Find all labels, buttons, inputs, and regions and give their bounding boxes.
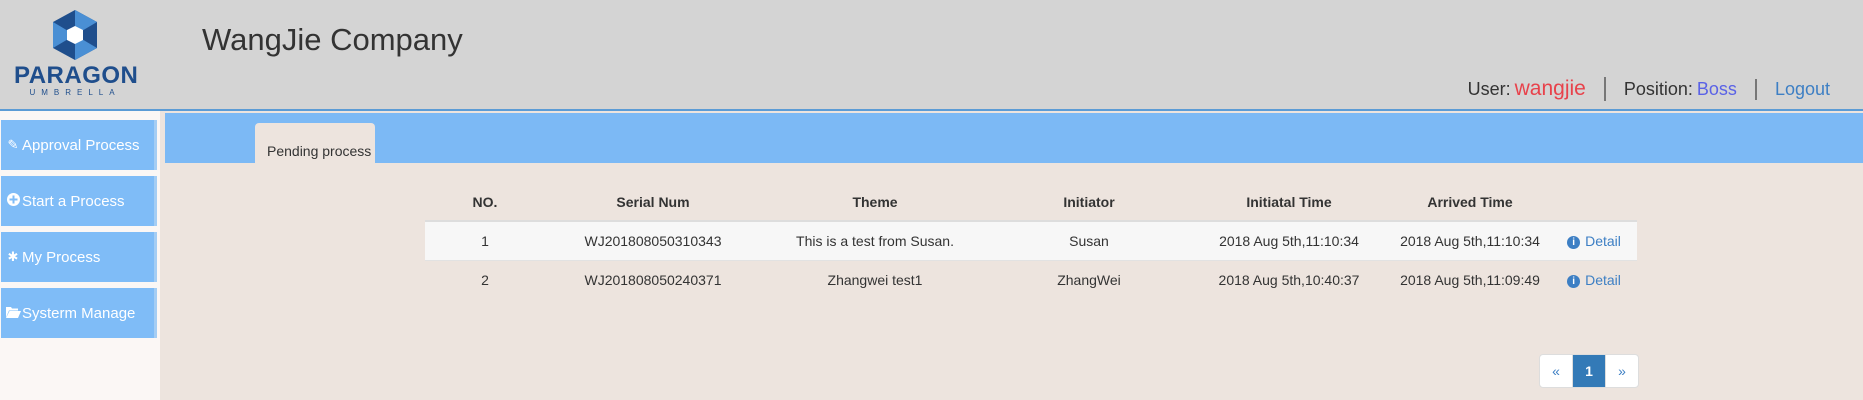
cell-arrived-time: 2018 Aug 5th,11:09:49 <box>1389 260 1551 299</box>
cell-initiatal-time: 2018 Aug 5th,10:40:37 <box>1189 260 1389 299</box>
column-header-arrived-time: Arrived Time <box>1389 184 1551 222</box>
sidebar-item-start-process[interactable]: Start a Process <box>1 176 157 226</box>
detail-label: Detail <box>1585 233 1621 249</box>
position-info: Position: Boss <box>1606 78 1757 100</box>
folder-open-icon <box>5 306 21 321</box>
cell-no: 1 <box>425 220 545 261</box>
cell-initiatal-time: 2018 Aug 5th,11:10:34 <box>1189 220 1389 261</box>
sidebar-item-label: My Process <box>22 248 101 266</box>
position-value: Boss <box>1696 78 1737 99</box>
cell-arrived-time: 2018 Aug 5th,11:10:34 <box>1389 220 1551 261</box>
info-icon: i <box>1567 275 1581 288</box>
cell-theme: This is a test from Susan. <box>761 220 989 261</box>
position-label: Position: <box>1623 78 1693 99</box>
cell-serial: WJ201808050310343 <box>545 220 761 261</box>
column-header-serial: Serial Num <box>545 184 761 222</box>
column-header-initiator: Initiator <box>989 184 1189 222</box>
cell-action: i Detail <box>1551 220 1637 261</box>
table-header-row: NO. Serial Num Theme Initiator Initiatal… <box>425 184 1637 222</box>
pagination-page-1[interactable]: 1 <box>1573 355 1606 387</box>
pencil-icon: ✎ <box>7 137 19 152</box>
table-row: 1 WJ201808050310343 This is a test from … <box>425 220 1637 261</box>
tab-bar: Pending process <box>165 113 1863 163</box>
sidebar-item-system-manage[interactable]: Systerm Manage <box>1 288 157 338</box>
sidebar-item-label: Systerm Manage <box>22 304 136 322</box>
cell-no: 2 <box>425 260 545 299</box>
pagination-next-button[interactable]: » <box>1606 355 1638 387</box>
column-header-theme: Theme <box>761 184 989 222</box>
tab-pending-process[interactable]: Pending process <box>255 123 375 163</box>
column-header-action <box>1551 184 1637 222</box>
logo-wordmark: PARAGON <box>14 62 139 89</box>
asterisk-icon: ✱ <box>7 249 19 264</box>
plus-circle-icon <box>5 193 21 209</box>
cell-theme: Zhangwei test1 <box>761 260 989 299</box>
cell-action: i Detail <box>1551 260 1637 299</box>
logout-link[interactable]: Logout <box>1757 79 1830 100</box>
info-icon: i <box>1567 236 1581 249</box>
user-info-bar: User: wangjie Position: Boss Logout <box>1450 77 1830 101</box>
pagination-prev-button[interactable]: « <box>1540 355 1573 387</box>
detail-link[interactable]: i Detail <box>1567 272 1621 288</box>
cell-serial: WJ201808050240371 <box>545 260 761 299</box>
detail-link[interactable]: i Detail <box>1567 233 1621 249</box>
cell-initiator: ZhangWei <box>989 260 1189 299</box>
detail-label: Detail <box>1585 272 1621 288</box>
process-table: NO. Serial Num Theme Initiator Initiatal… <box>425 184 1637 299</box>
pagination: « 1 » <box>1539 354 1639 388</box>
user-name: wangjie <box>1514 77 1586 100</box>
column-header-initiatal-time: Initiatal Time <box>1189 184 1389 222</box>
sidebar-item-my-process[interactable]: ✱ My Process <box>1 232 157 282</box>
sidebar-item-approval-process[interactable]: ✎ Approval Process <box>1 120 157 170</box>
column-header-no: NO. <box>425 184 545 222</box>
user-info: User: wangjie <box>1450 77 1606 101</box>
top-header: PARAGON UMBRELLA WangJie Company User: w… <box>0 0 1863 111</box>
user-label: User: <box>1467 79 1511 99</box>
company-title: WangJie Company <box>202 22 463 57</box>
paragon-emblem-icon <box>53 10 97 60</box>
paragon-logo: PARAGON UMBRELLA <box>14 8 139 100</box>
sidebar-item-label: Approval Process <box>22 136 140 154</box>
sidebar: ✎ Approval Process Start a Process ✱ My … <box>0 111 160 400</box>
logo-subtitle: UMBRELLA <box>29 88 121 97</box>
sidebar-item-label: Start a Process <box>22 192 125 210</box>
table-row: 2 WJ201808050240371 Zhangwei test1 Zhang… <box>425 260 1637 299</box>
cell-initiator: Susan <box>989 220 1189 261</box>
